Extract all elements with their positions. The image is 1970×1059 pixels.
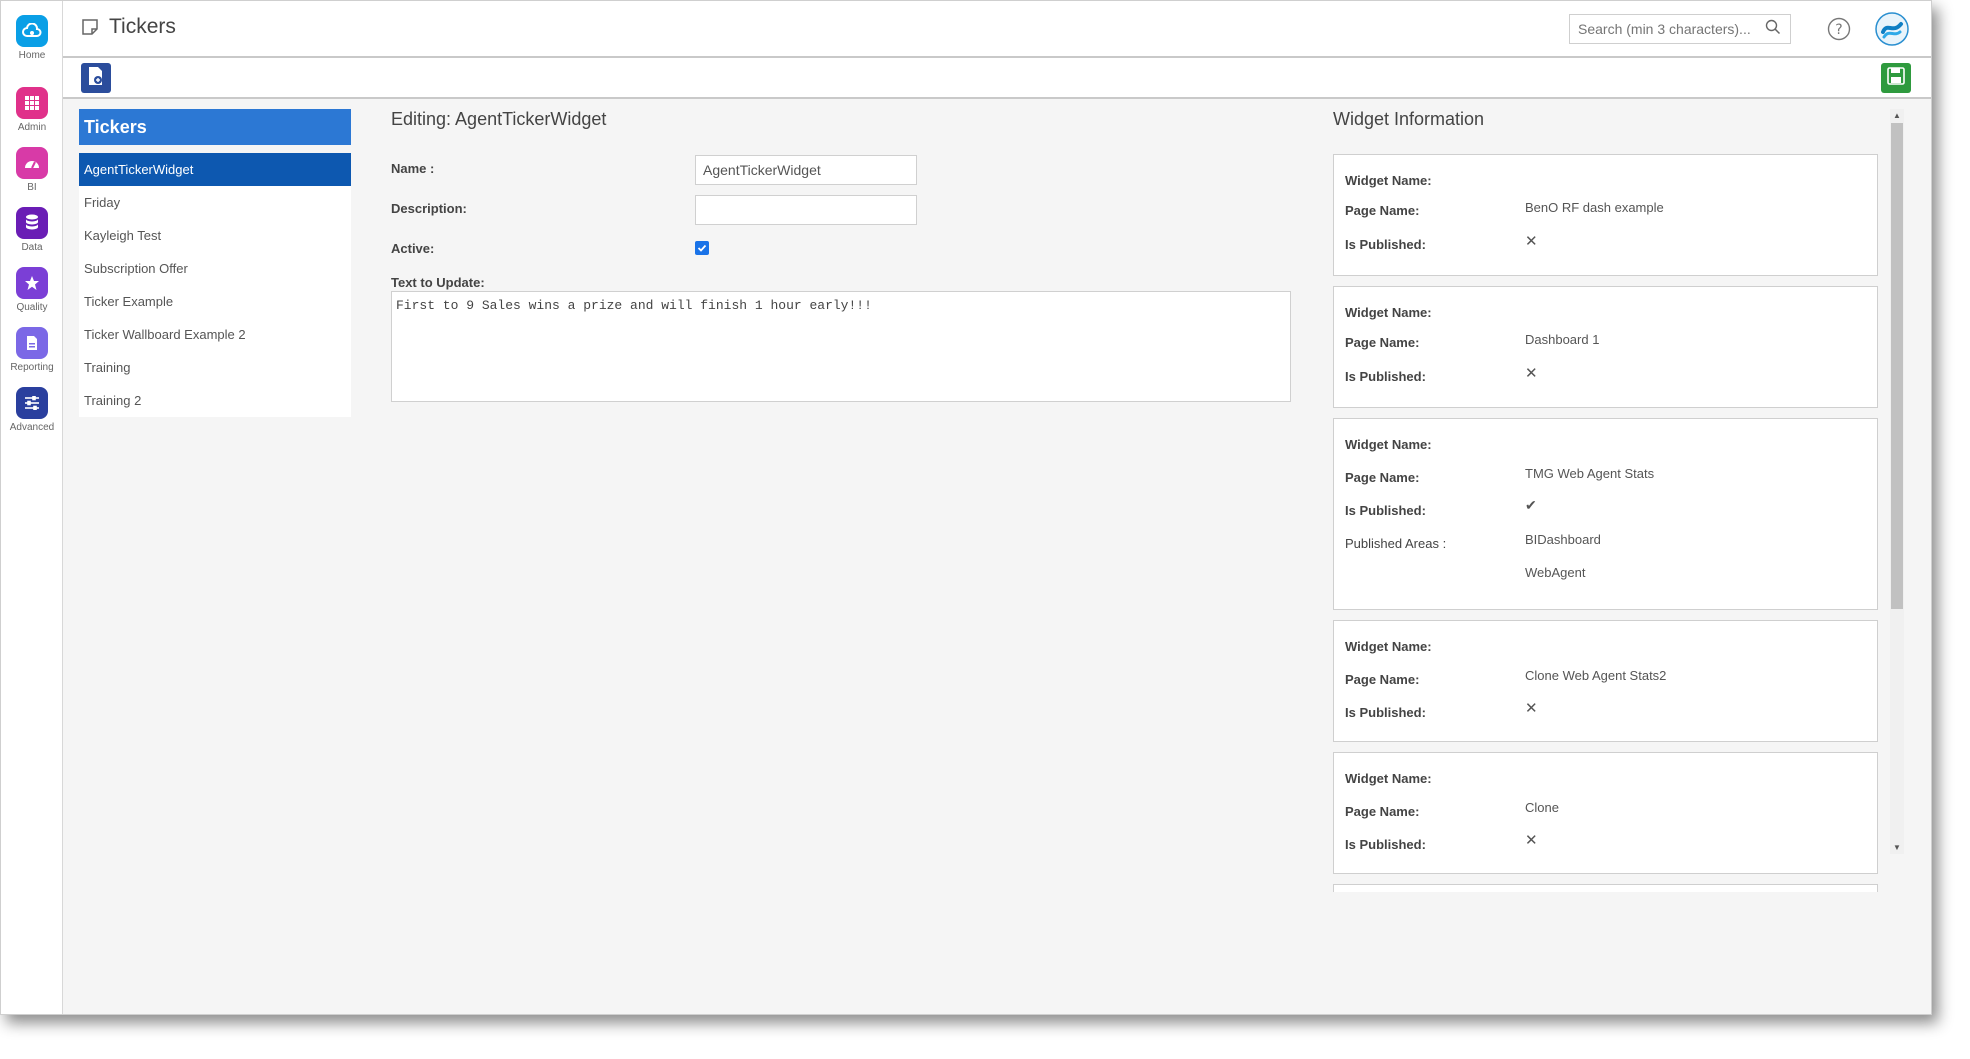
tickers-list: AgentTickerWidget Friday Kayleigh Test S…	[79, 153, 351, 417]
page-name-label: Page Name:	[1345, 804, 1420, 819]
widget-card: Widget Name: Page Name: Dashboard 1 Is Pu…	[1333, 286, 1878, 408]
page-name-label: Page Name:	[1345, 672, 1420, 687]
new-ticker-button[interactable]	[81, 63, 111, 93]
is-published-label: Is Published:	[1345, 503, 1426, 518]
published-areas-label: Published Areas :	[1345, 536, 1447, 551]
nav-label: Data	[21, 242, 43, 253]
list-item[interactable]: Ticker Wallboard Example 2	[79, 318, 351, 351]
widget-cards: Widget Name: Page Name: BenO RF dash exam…	[1333, 154, 1878, 892]
page-name-value: Clone	[1525, 800, 1559, 815]
is-published-label: Is Published:	[1345, 237, 1426, 252]
not-published-icon: ✕	[1525, 700, 1538, 717]
edit-panel: Editing: AgentTickerWidget Name : Descri…	[391, 109, 1291, 402]
grid-icon	[16, 87, 48, 119]
list-item[interactable]: AgentTickerWidget	[79, 153, 351, 186]
star-icon	[16, 267, 48, 299]
avatar[interactable]	[1875, 12, 1909, 51]
not-published-icon: ✕	[1525, 365, 1538, 382]
not-published-icon: ✕	[1525, 832, 1538, 849]
published-check-icon: ✔	[1525, 497, 1537, 513]
nav-rail: Home Admin BI Data Quality Reporting Adv…	[1, 1, 63, 1014]
save-button[interactable]	[1881, 63, 1911, 93]
widget-name-label: Widget Name:	[1345, 639, 1432, 654]
list-item[interactable]: Subscription Offer	[79, 252, 351, 285]
not-published-icon: ✕	[1525, 233, 1538, 250]
widget-info-panel: Widget Information Widget Name: Page Nam…	[1333, 109, 1913, 892]
new-document-icon	[87, 66, 105, 91]
widget-card	[1333, 884, 1878, 892]
save-icon	[1887, 66, 1905, 90]
document-icon	[16, 327, 48, 359]
page-name-value: TMG Web Agent Stats	[1525, 466, 1655, 481]
svg-text:?: ?	[1835, 22, 1842, 38]
tickers-header: Tickers	[79, 109, 351, 145]
list-item[interactable]: Friday	[79, 186, 351, 219]
search-input[interactable]	[1569, 14, 1791, 44]
app-window: Home Admin BI Data Quality Reporting Adv…	[0, 0, 1932, 1015]
page-title: Tickers	[109, 15, 176, 38]
search-icon[interactable]	[1765, 19, 1781, 40]
nav-bi[interactable]: BI	[1, 147, 63, 193]
page-name-value: Dashboard 1	[1525, 332, 1600, 347]
edit-title: Editing: AgentTickerWidget	[391, 109, 607, 129]
nav-data[interactable]: Data	[1, 207, 63, 253]
list-item[interactable]: Ticker Example	[79, 285, 351, 318]
widget-card: Widget Name: Page Name: Clone Web Agent S…	[1333, 620, 1878, 742]
app-header: Tickers ?	[63, 1, 1931, 58]
description-field[interactable]	[695, 195, 917, 225]
toolbar	[63, 58, 1931, 99]
active-label: Active:	[391, 241, 435, 256]
nav-admin[interactable]: Admin	[1, 87, 63, 133]
widget-info-scrollbar[interactable]: ▲ ▼	[1890, 109, 1904, 854]
page-name-label: Page Name:	[1345, 335, 1420, 350]
is-published-label: Is Published:	[1345, 705, 1426, 720]
nav-quality[interactable]: Quality	[1, 267, 63, 313]
ticker-text-area[interactable]: First to 9 Sales wins a prize and will f…	[391, 291, 1291, 402]
published-area: WebAgent	[1525, 565, 1586, 580]
widget-card: Widget Name: Page Name: TMG Web Agent Sta…	[1333, 418, 1878, 610]
widget-card: Widget Name: Page Name: Clone Is Publishe…	[1333, 752, 1878, 874]
list-item[interactable]: Training 2	[79, 384, 351, 417]
widget-info-title: Widget Information	[1333, 109, 1485, 129]
description-label: Description:	[391, 201, 467, 216]
name-field[interactable]	[695, 155, 917, 185]
page-name-value: Clone Web Agent Stats2	[1525, 668, 1667, 683]
scroll-down-icon[interactable]: ▼	[1893, 843, 1901, 852]
scroll-thumb[interactable]	[1891, 123, 1903, 609]
widget-name-label: Widget Name:	[1345, 305, 1432, 320]
nav-label: Advanced	[9, 422, 55, 433]
is-published-label: Is Published:	[1345, 369, 1426, 384]
scroll-up-icon[interactable]: ▲	[1893, 111, 1901, 120]
text-label: Text to Update:	[391, 275, 485, 290]
note-icon	[81, 18, 99, 41]
widget-name-label: Widget Name:	[1345, 173, 1432, 188]
list-item[interactable]: Kayleigh Test	[79, 219, 351, 252]
nav-label: Admin	[17, 122, 47, 133]
nav-advanced[interactable]: Advanced	[1, 387, 63, 433]
page-name-value: BenO RF dash example	[1525, 200, 1664, 215]
database-icon	[16, 207, 48, 239]
cloud-icon	[16, 15, 48, 47]
widget-name-label: Widget Name:	[1345, 771, 1432, 786]
nav-label: Home	[18, 50, 46, 61]
name-label: Name :	[391, 161, 435, 176]
sliders-icon	[16, 387, 48, 419]
published-area: BIDashboard	[1525, 532, 1601, 547]
active-checkbox[interactable]	[695, 241, 709, 255]
is-published-label: Is Published:	[1345, 837, 1426, 852]
gauge-icon	[16, 147, 48, 179]
help-icon[interactable]: ?	[1827, 17, 1851, 46]
nav-label: BI	[27, 182, 37, 193]
nav-label: Reporting	[10, 362, 54, 373]
nav-reporting[interactable]: Reporting	[1, 327, 63, 373]
nav-label: Quality	[16, 302, 48, 313]
nav-home[interactable]: Home	[1, 15, 63, 61]
page-name-label: Page Name:	[1345, 203, 1420, 218]
widget-card: Widget Name: Page Name: BenO RF dash exam…	[1333, 154, 1878, 276]
tickers-panel: Tickers AgentTickerWidget Friday Kayleig…	[79, 109, 351, 417]
list-item[interactable]: Training	[79, 351, 351, 384]
page-name-label: Page Name:	[1345, 470, 1420, 485]
widget-name-label: Widget Name:	[1345, 437, 1432, 452]
